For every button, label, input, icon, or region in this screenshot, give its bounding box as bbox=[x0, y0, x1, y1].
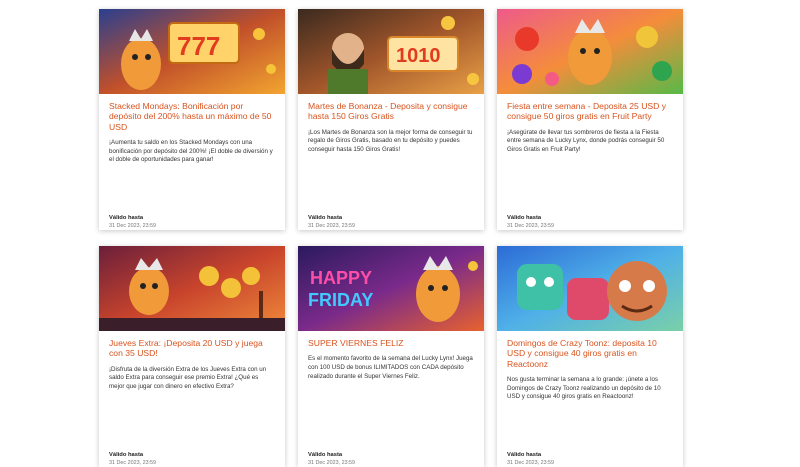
svg-text:1010: 1010 bbox=[396, 45, 441, 67]
promo-description: ¡Disfruta de la diversión Extra de los J… bbox=[109, 365, 267, 390]
promo-validity: Válido hasta 31 Dec 2023, 23:59 bbox=[308, 214, 355, 230]
valid-until-label: Válido hasta bbox=[308, 215, 343, 221]
valid-until-date: 31 Dec 2023, 23:59 bbox=[109, 460, 157, 466]
promo-validity: Válido hasta 31 Dec 2023, 23:59 bbox=[109, 214, 156, 230]
promo-title[interactable]: Fiesta entre semana - Deposita 25 USD y … bbox=[507, 101, 673, 122]
promo-banner-image bbox=[99, 246, 285, 331]
svg-text:777: 777 bbox=[177, 31, 220, 61]
promo-banner-image bbox=[497, 246, 683, 331]
promo-card-crazy-toonz[interactable]: Domingos de Crazy Toonz: deposita 10 USD… bbox=[497, 246, 683, 467]
promo-banner-image: 777 bbox=[99, 9, 285, 94]
valid-until-label: Válido hasta bbox=[109, 452, 144, 458]
promo-validity: Válido hasta 31 Dec 2023, 23:59 bbox=[507, 451, 554, 467]
promo-title[interactable]: Stacked Mondays: Bonificación por depósi… bbox=[109, 101, 275, 132]
promo-card-fiesta-entre-semana[interactable]: Fiesta entre semana - Deposita 25 USD y … bbox=[497, 9, 683, 230]
promo-title[interactable]: SUPER VIERNES FELIZ bbox=[308, 338, 474, 348]
valid-until-label: Válido hasta bbox=[507, 452, 542, 458]
promo-card-stacked-mondays[interactable]: 777 Stacked Mondays: Bonificación por de… bbox=[99, 9, 285, 230]
promo-banner-image: HAPPY FRIDAY bbox=[298, 246, 484, 331]
promo-description: Nos gusta terminar la semana a lo grande… bbox=[507, 376, 661, 401]
valid-until-date: 31 Dec 2023, 23:59 bbox=[308, 460, 356, 466]
promo-card-martes-bonanza[interactable]: 1010 Martes de Bonanza - Deposita y cons… bbox=[298, 9, 484, 230]
banner-happy-text: HAPPY bbox=[310, 268, 372, 288]
promo-card-jueves-extra[interactable]: Jueves Extra: ¡Deposita 20 USD y juega c… bbox=[99, 246, 285, 467]
promo-validity: Válido hasta 31 Dec 2023, 23:59 bbox=[308, 451, 355, 467]
promo-description: ¡Aumenta tu saldo en los Stacked Mondays… bbox=[109, 139, 273, 164]
promo-validity: Válido hasta 31 Dec 2023, 23:59 bbox=[507, 214, 554, 230]
promo-description: Es el momento favorito de la semana del … bbox=[308, 355, 473, 380]
promo-description: ¡Los Martes de Bonanza son la mejor form… bbox=[308, 128, 473, 153]
promo-title[interactable]: Domingos de Crazy Toonz: deposita 10 USD… bbox=[507, 338, 673, 369]
valid-until-date: 31 Dec 2023, 23:59 bbox=[308, 223, 356, 229]
promo-title[interactable]: Martes de Bonanza - Deposita y consigue … bbox=[308, 101, 474, 122]
valid-until-label: Válido hasta bbox=[507, 215, 542, 221]
valid-until-label: Válido hasta bbox=[109, 215, 144, 221]
promo-description: ¡Asegúrate de llevar tus sombreros de fi… bbox=[507, 128, 665, 153]
valid-until-label: Válido hasta bbox=[308, 452, 343, 458]
banner-friday-text: FRIDAY bbox=[308, 290, 373, 310]
promo-validity: Válido hasta 31 Dec 2023, 23:59 bbox=[109, 451, 156, 467]
promo-banner-image bbox=[497, 9, 683, 94]
valid-until-date: 31 Dec 2023, 23:59 bbox=[507, 460, 555, 466]
promo-title[interactable]: Jueves Extra: ¡Deposita 20 USD y juega c… bbox=[109, 338, 275, 359]
promo-card-super-viernes[interactable]: HAPPY FRIDAY SUPER VIERNES FELIZ Es el m… bbox=[298, 246, 484, 467]
promo-banner-image: 1010 bbox=[298, 9, 484, 94]
valid-until-date: 31 Dec 2023, 23:59 bbox=[109, 223, 157, 229]
valid-until-date: 31 Dec 2023, 23:59 bbox=[507, 223, 555, 229]
